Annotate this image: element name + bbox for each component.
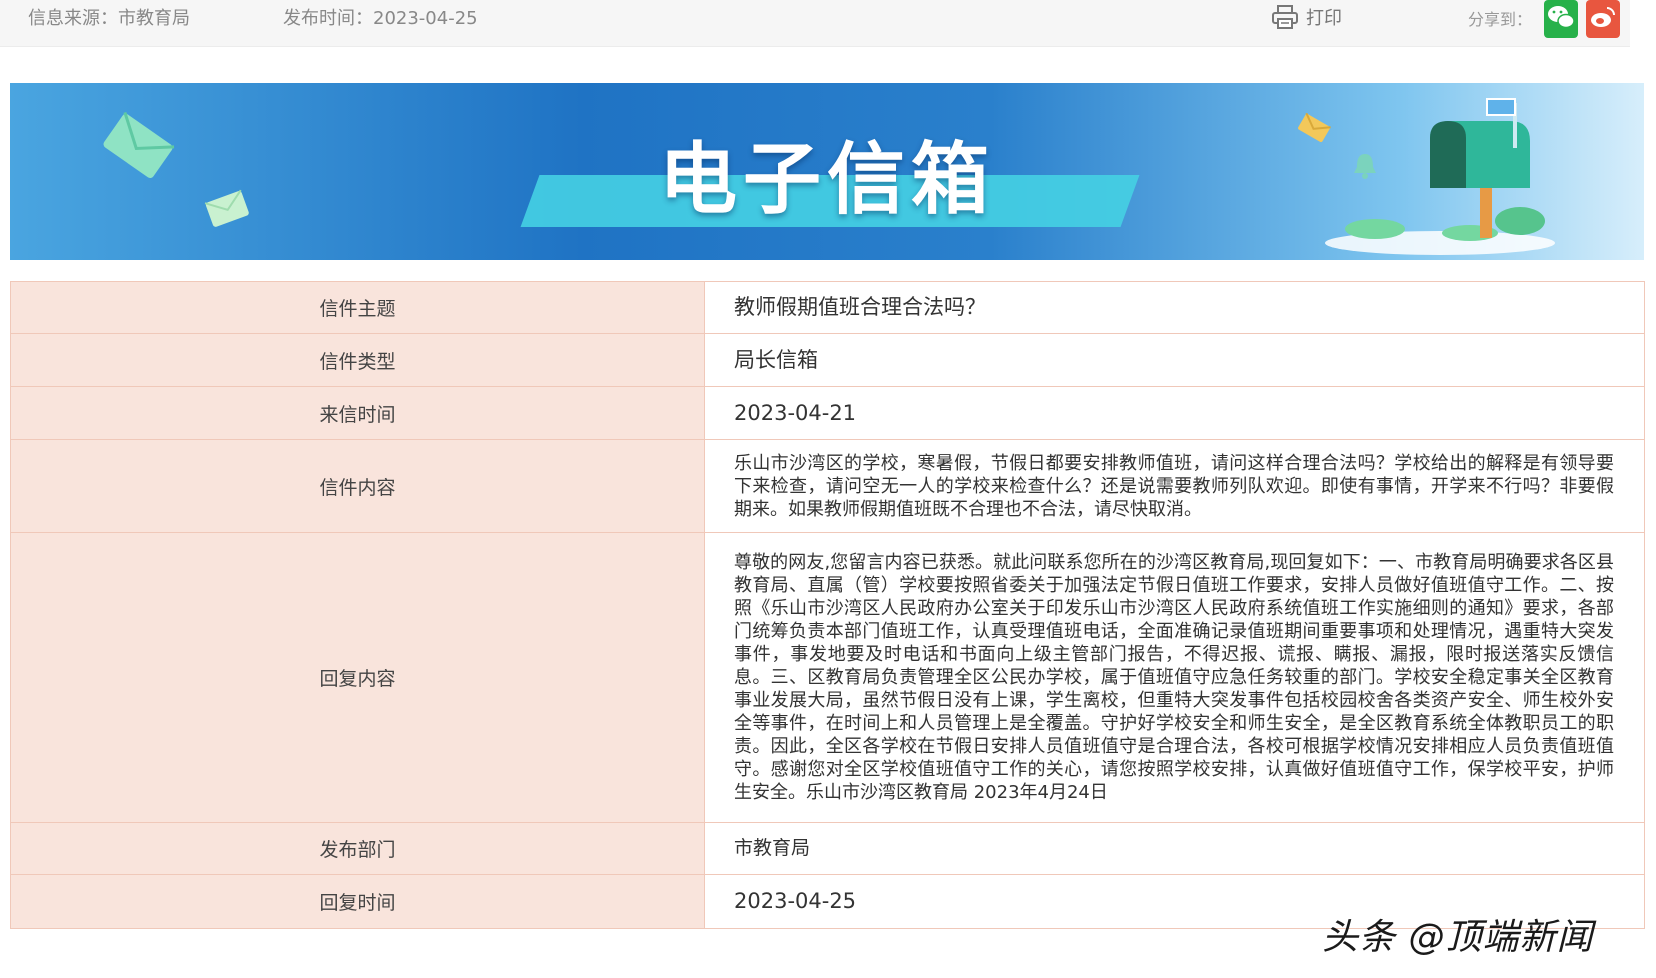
printer-icon xyxy=(1272,5,1298,29)
weibo-icon xyxy=(1591,7,1615,27)
field-label: 回复时间 xyxy=(10,874,705,929)
received-time-value: 2023-04-21 xyxy=(704,386,1645,440)
table-row: 来信时间 2023-04-21 xyxy=(10,386,1645,440)
field-label: 发布部门 xyxy=(10,822,705,875)
article-meta-bar: 信息来源：市教育局 发布时间：2023-04-25 打印 分享到： xyxy=(0,0,1630,47)
field-label: 信件内容 xyxy=(10,439,705,533)
letter-detail-table: 信件主题 教师假期值班合理合法吗？ 信件类型 局长信箱 来信时间 2023-04… xyxy=(10,281,1645,929)
field-label: 回复内容 xyxy=(10,532,705,823)
print-button[interactable]: 打印 xyxy=(1272,4,1342,30)
info-source-value: 市教育局 xyxy=(118,8,190,29)
table-row: 信件类型 局长信箱 xyxy=(10,333,1645,387)
table-row: 信件内容 乐山市沙湾区的学校，寒暑假，节假日都要安排教师值班，请问这样合理合法吗… xyxy=(10,439,1645,533)
reply-content-value: 尊敬的网友,您留言内容已获悉。就此问联系您所在的沙湾区教育局,现回复如下：一、市… xyxy=(704,532,1645,823)
publish-time-label: 发布时间： xyxy=(283,8,373,29)
source-watermark: 头条 @顶端新闻 xyxy=(1322,917,1594,958)
share-weibo-button[interactable] xyxy=(1586,0,1620,38)
letter-type-value: 局长信箱 xyxy=(704,333,1645,387)
field-label: 信件类型 xyxy=(10,333,705,387)
table-row: 发布部门 市教育局 xyxy=(10,822,1645,875)
letter-subject-value: 教师假期值班合理合法吗？ xyxy=(704,281,1645,334)
share-label: 分享到： xyxy=(1468,10,1533,29)
letter-content-value: 乐山市沙湾区的学校，寒暑假，节假日都要安排教师值班，请问这样合理合法吗？学校给出… xyxy=(704,439,1645,533)
mailbox-banner: 电子信箱 xyxy=(10,83,1644,260)
wechat-icon xyxy=(1548,6,1575,29)
info-source-label: 信息来源： xyxy=(28,8,118,29)
share-wechat-button[interactable] xyxy=(1544,0,1578,38)
field-label: 来信时间 xyxy=(10,386,705,440)
info-source: 信息来源：市教育局 xyxy=(28,4,190,30)
publish-time: 发布时间：2023-04-25 xyxy=(283,4,478,30)
table-row: 回复内容 尊敬的网友,您留言内容已获悉。就此问联系您所在的沙湾区教育局,现回复如… xyxy=(10,532,1645,823)
table-row: 信件主题 教师假期值班合理合法吗？ xyxy=(10,281,1645,334)
publish-time-value: 2023-04-25 xyxy=(373,8,478,29)
publish-department-value: 市教育局 xyxy=(704,822,1645,875)
mailbox-icon xyxy=(1325,98,1555,255)
field-label: 信件主题 xyxy=(10,281,705,334)
print-label: 打印 xyxy=(1306,8,1342,29)
